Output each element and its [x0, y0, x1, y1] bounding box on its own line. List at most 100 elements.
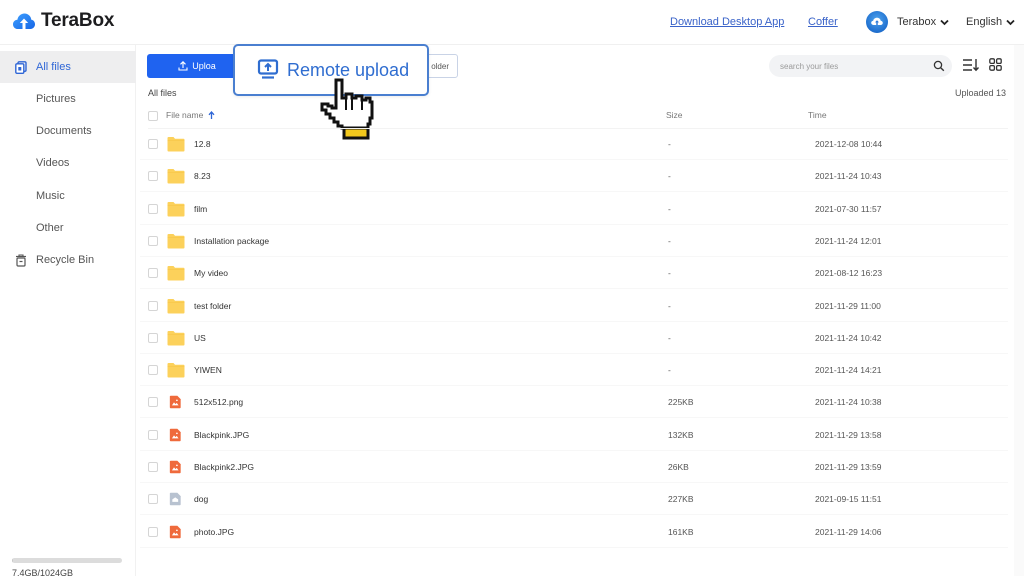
sidebar-item-label: Documents: [36, 125, 92, 137]
table-row[interactable]: My video - 2021-08-12 16:23: [140, 257, 1008, 290]
row-checkbox[interactable]: [148, 235, 158, 246]
file-time: 2021-11-24 10:38: [815, 397, 882, 408]
file-name[interactable]: dog: [194, 494, 208, 504]
user-name: Terabox: [897, 16, 937, 28]
sidebar-item-pictures[interactable]: Pictures: [0, 83, 136, 115]
table-row[interactable]: 512x512.png 225KB 2021-11-24 10:38: [140, 386, 1008, 419]
file-time: 2021-11-29 13:59: [815, 462, 882, 472]
folder-icon: [167, 233, 185, 249]
user-menu-dropdown[interactable]: Terabox: [897, 16, 949, 28]
sidebar-item-recycle-bin[interactable]: Recycle Bin: [0, 244, 136, 276]
row-checkbox[interactable]: [148, 268, 158, 279]
avatar-cloud-icon: [871, 17, 883, 25]
table-row[interactable]: photo.JPG 161KB 2021-11-29 14:06: [140, 516, 1008, 548]
file-time: 2021-11-29 13:58: [815, 429, 882, 440]
image-file-icon: [169, 396, 181, 409]
file-name[interactable]: Blackpink.JPG: [194, 430, 249, 440]
folder-icon: [167, 266, 185, 281]
folder-icon: [167, 201, 185, 217]
row-checkbox[interactable]: [148, 494, 158, 505]
table-row[interactable]: film - 2021-07-30 11:57: [140, 193, 1008, 225]
table-row[interactable]: US - 2021-11-24 10:42: [140, 322, 1008, 354]
file-name[interactable]: Installation package: [194, 236, 269, 246]
table-row[interactable]: Blackpink.JPG 132KB 2021-11-29 13:58: [140, 419, 1008, 451]
file-time: 2021-11-24 10:43: [815, 171, 882, 182]
app-name: TeraBox: [41, 10, 115, 31]
sidebar-item-label: Videos: [36, 157, 70, 169]
file-size: -: [668, 332, 671, 343]
sidebar-item-label: Music: [36, 190, 65, 202]
column-header-time[interactable]: Time: [808, 110, 827, 120]
file-name[interactable]: US: [194, 333, 206, 343]
file-name[interactable]: YIWEN: [194, 365, 222, 375]
file-time: 2021-08-12 16:23: [815, 268, 883, 279]
search-input[interactable]: [780, 61, 930, 71]
row-checkbox[interactable]: [148, 365, 158, 376]
sidebar-item-other[interactable]: Other: [0, 212, 136, 244]
user-avatar[interactable]: [866, 11, 888, 33]
file-name[interactable]: photo.JPG: [194, 527, 234, 537]
download-desktop-app-link[interactable]: Download Desktop App: [670, 16, 784, 28]
row-checkbox[interactable]: [148, 462, 158, 472]
row-checkbox[interactable]: [148, 139, 158, 149]
row-checkbox[interactable]: [148, 300, 158, 311]
scrollbar-track[interactable]: [1014, 45, 1024, 576]
select-all-checkbox[interactable]: [148, 111, 158, 121]
sort-ascending-arrow-icon: [208, 111, 215, 119]
table-row[interactable]: Blackpink2.JPG 26KB 2021-11-29 13:59: [140, 451, 1008, 483]
chevron-down-icon: [940, 19, 949, 25]
folder-icon: [167, 137, 185, 152]
uploaded-count: Uploaded 13: [954, 88, 1006, 98]
file-name[interactable]: My video: [194, 268, 228, 278]
row-checkbox[interactable]: [148, 397, 158, 408]
all-files-icon: [15, 60, 27, 74]
folder-icon: [167, 298, 185, 313]
column-header-file-name[interactable]: File name: [166, 110, 215, 120]
row-checkbox[interactable]: [148, 429, 158, 440]
row-checkbox[interactable]: [148, 526, 158, 537]
row-checkbox[interactable]: [148, 203, 158, 214]
file-name[interactable]: test folder: [194, 301, 231, 311]
column-header-size[interactable]: Size: [666, 110, 683, 120]
sidebar-item-documents[interactable]: Documents: [0, 115, 136, 147]
file-time: 2021-09-15 11:51: [815, 494, 882, 505]
sidebar-item-all-files[interactable]: All files: [0, 51, 136, 83]
remote-upload-icon: [257, 59, 279, 79]
sidebar-item-label: Other: [36, 222, 64, 234]
table-row[interactable]: test folder - 2021-11-29 11:00: [140, 290, 1008, 322]
row-checkbox[interactable]: [148, 332, 158, 343]
file-time: 2021-11-24 14:21: [815, 365, 882, 376]
file-time: 2021-11-24 10:42: [815, 332, 882, 343]
file-name[interactable]: film: [194, 204, 207, 214]
breadcrumb[interactable]: All files: [148, 88, 177, 98]
chevron-down-icon: [1006, 19, 1015, 25]
search-box[interactable]: [769, 55, 952, 77]
remote-upload-option[interactable]: Remote upload: [233, 44, 429, 96]
upload-button[interactable]: Uploa: [147, 54, 247, 78]
file-name[interactable]: 12.8: [194, 139, 211, 149]
file-size: 225KB: [668, 397, 694, 408]
file-name[interactable]: 8.23: [194, 171, 211, 181]
row-checkbox[interactable]: [148, 171, 158, 182]
sidebar-item-music[interactable]: Music: [0, 180, 136, 212]
file-size: -: [668, 171, 671, 182]
table-row[interactable]: Installation package - 2021-11-24 12:01: [140, 225, 1008, 257]
sidebar: All files Pictures Documents Videos Musi…: [0, 45, 136, 576]
terabox-logo[interactable]: TeraBox: [12, 10, 114, 32]
table-row[interactable]: 8.23 - 2021-11-24 10:43: [140, 160, 1008, 193]
table-row[interactable]: YIWEN - 2021-11-24 14:21: [140, 354, 1008, 387]
folder-icon: [167, 363, 185, 378]
file-name[interactable]: Blackpink2.JPG: [194, 462, 254, 472]
file-name[interactable]: 512x512.png: [194, 397, 243, 407]
sort-icon[interactable]: [962, 58, 980, 72]
search-icon[interactable]: [933, 60, 945, 72]
table-row[interactable]: 12.8 - 2021-12-08 10:44: [140, 128, 1008, 160]
language-label: English: [966, 16, 1003, 28]
table-row[interactable]: dog 227KB 2021-09-15 11:51: [140, 483, 1008, 516]
folder-icon: [167, 169, 185, 184]
language-dropdown[interactable]: English: [966, 16, 1015, 28]
coffer-link[interactable]: Coffer: [808, 16, 838, 28]
grid-view-icon[interactable]: [989, 58, 1002, 71]
folder-icon: [167, 330, 185, 346]
sidebar-item-videos[interactable]: Videos: [0, 147, 136, 179]
